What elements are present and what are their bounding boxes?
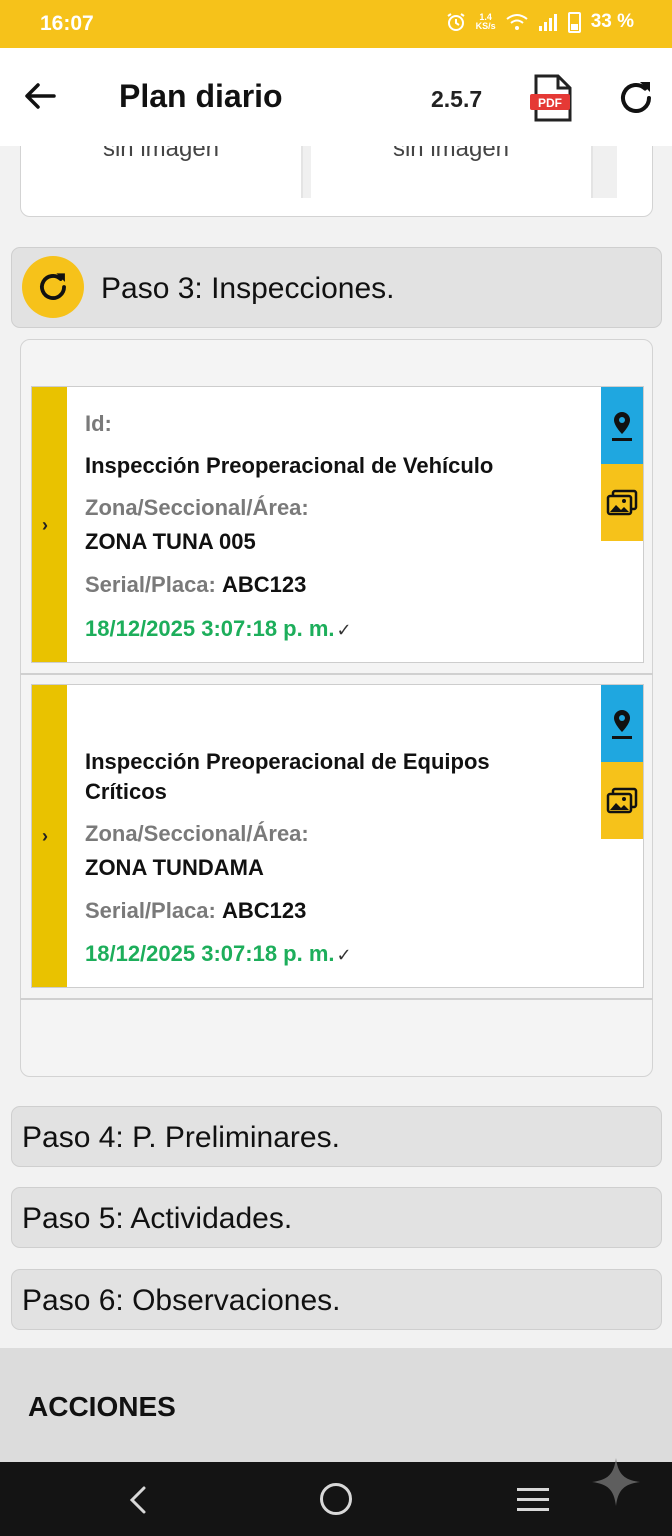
serial-value: ABC123 — [222, 898, 307, 923]
zone-label: Zona/Seccional/Área: — [85, 821, 309, 846]
system-nav-bar — [0, 1462, 672, 1536]
refresh-icon[interactable] — [616, 78, 656, 118]
no-image-label: sin imagen — [102, 146, 220, 162]
signal-icon — [538, 14, 557, 31]
actions-label: ACCIONES — [28, 1391, 176, 1422]
thumbnail-scroll-strip — [593, 146, 617, 198]
actions-bar[interactable]: ACCIONES — [0, 1348, 672, 1462]
battery-percent: 33 % — [590, 11, 634, 32]
image-thumbnail[interactable]: sin imagen — [311, 146, 593, 198]
card-actions — [601, 387, 643, 541]
inspection-card[interactable]: › Inspección Preoperacional de Equipos C… — [31, 684, 644, 988]
refresh-step-icon[interactable] — [22, 256, 84, 318]
wifi-icon — [506, 14, 528, 30]
step-4-header[interactable]: Paso 4: P. Preliminares. — [11, 1106, 662, 1167]
step-3-header[interactable]: Paso 3: Inspecciones. — [11, 247, 662, 328]
check-icon: ✓ — [336, 945, 352, 965]
zone-label: Zona/Seccional/Área: — [85, 495, 309, 520]
status-icons: 1.4 KS/s 33 % — [446, 11, 634, 33]
no-image-label: sin imagen — [392, 146, 510, 162]
back-arrow-icon[interactable] — [22, 78, 58, 114]
location-pin-icon — [612, 709, 632, 739]
alarm-icon — [447, 13, 465, 31]
check-icon: ✓ — [336, 620, 352, 640]
page-title: Plan diario — [119, 78, 283, 114]
chevron-right-icon: › — [42, 514, 48, 535]
inspection-date: 18/12/2025 3:07:18 p. m. ✓ — [85, 941, 352, 966]
serial-value: ABC123 — [222, 572, 307, 597]
app-version: 2.5.7 — [431, 86, 483, 112]
step-6-header[interactable]: Paso 6: Observaciones. — [11, 1269, 662, 1330]
photos-icon — [606, 489, 638, 515]
photos-icon — [606, 787, 638, 813]
serial-line: Serial/Placa: ABC123 — [85, 898, 307, 923]
inspection-title: Inspección Preoperacional de Equipos Crí… — [85, 749, 490, 804]
location-pin-icon — [612, 411, 632, 441]
serial-line: Serial/Placa: ABC123 — [85, 572, 307, 597]
inspection-title: Inspección Preoperacional de Vehículo — [85, 453, 494, 478]
nav-back-icon[interactable] — [124, 1484, 152, 1516]
svg-text:PDF: PDF — [538, 96, 562, 110]
image-thumbnails-card: sin imagen sin imagen — [20, 146, 653, 217]
image-thumbnail[interactable]: sin imagen — [21, 146, 303, 198]
gallery-button[interactable] — [601, 762, 643, 839]
scroll-content[interactable]: sin imagen sin imagen Paso 3: Inspeccion… — [0, 146, 672, 1348]
step-4-label: Paso 4: P. Preliminares. — [22, 1121, 340, 1154]
inspection-card[interactable]: › Id: Inspección Preoperacional de Vehíc… — [31, 386, 644, 663]
location-button[interactable] — [601, 685, 643, 762]
sparkle-icon — [592, 1458, 640, 1506]
zone-value: ZONA TUNA 005 — [85, 529, 256, 554]
status-bar: 16:07 1.4 KS/s 33 % — [0, 0, 672, 48]
inspection-date: 18/12/2025 3:07:18 p. m. ✓ — [85, 616, 352, 641]
pdf-icon[interactable]: PDF — [530, 74, 574, 122]
status-time: 16:07 — [40, 12, 94, 35]
id-label: Id: — [85, 411, 112, 436]
step-3-label: Paso 3: Inspecciones. — [101, 272, 395, 305]
chevron-right-icon: › — [42, 826, 48, 846]
card-actions — [601, 685, 643, 839]
gallery-button[interactable] — [601, 464, 643, 541]
thumbnail-gap — [303, 146, 311, 198]
step-5-label: Paso 5: Actividades. — [22, 1202, 293, 1235]
card-divider — [20, 998, 653, 1000]
nav-recents-icon[interactable] — [517, 1488, 549, 1512]
nav-home-icon[interactable] — [320, 1483, 352, 1515]
battery-icon — [567, 11, 581, 33]
zone-value: ZONA TUNDAMA — [85, 855, 264, 880]
step-6-label: Paso 6: Observaciones. — [22, 1284, 341, 1317]
network-speed: 1.4 KS/s — [475, 12, 496, 31]
expand-strip[interactable]: › — [32, 685, 67, 987]
location-button[interactable] — [601, 387, 643, 464]
expand-strip[interactable]: › — [32, 387, 67, 662]
app-bar: Plan diario 2.5.7 PDF — [0, 48, 672, 146]
card-divider — [20, 673, 653, 675]
step-5-header[interactable]: Paso 5: Actividades. — [11, 1187, 662, 1248]
